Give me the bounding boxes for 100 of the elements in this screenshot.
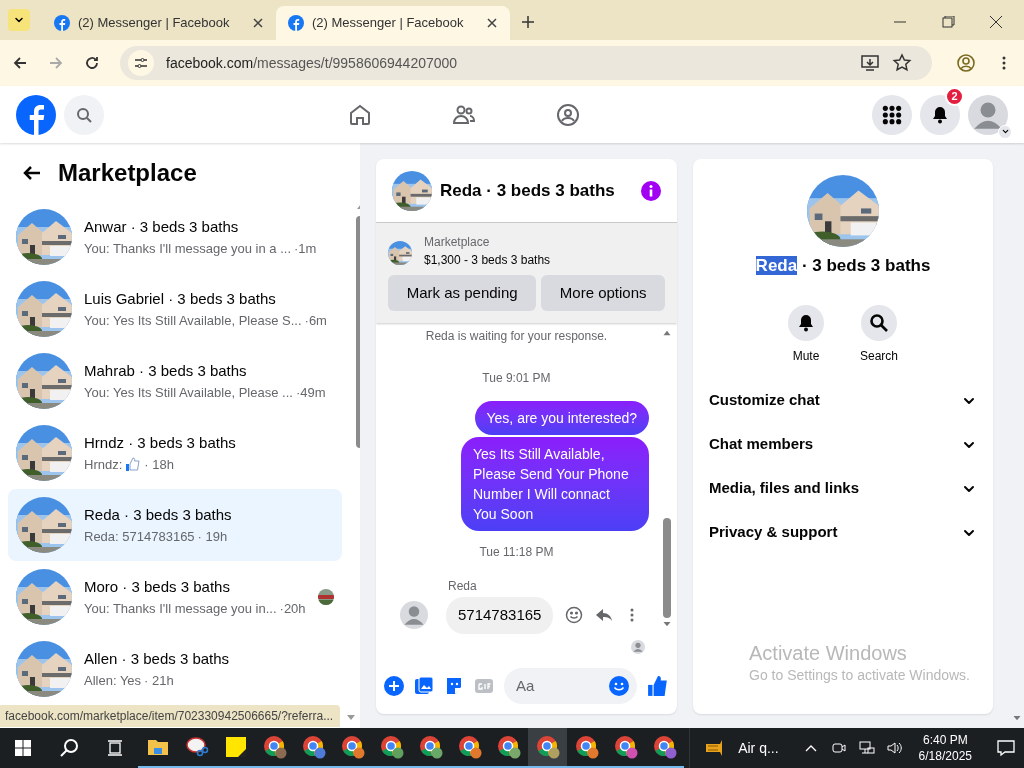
- listing-action-button[interactable]: More options: [541, 275, 665, 311]
- camera-icon[interactable]: [830, 740, 847, 756]
- clock-time: 6:40 PM: [922, 732, 968, 748]
- waiting-notice: Reda is waiting for your response.: [424, 328, 609, 345]
- action-label: Search: [860, 347, 898, 365]
- action-button[interactable]: [788, 304, 824, 341]
- conversation-name: Allen · 3 beds 3 baths: [84, 649, 231, 669]
- conversation-name: Anwar · 3 beds 3 baths: [84, 217, 240, 237]
- message-preview: You: Yes Its Still Available, Please S...: [84, 311, 302, 330]
- action-label: Mute: [792, 347, 820, 365]
- input-placeholder: Aa: [516, 675, 536, 696]
- message-time: · 18h: [144, 455, 174, 474]
- emoji-icon[interactable]: [565, 606, 584, 625]
- conversation-name: Moro · 3 beds 3 baths: [84, 577, 231, 597]
- message-time: ·20h: [279, 599, 306, 618]
- listing-action-button[interactable]: Mark as pending: [388, 275, 537, 311]
- conversation-item[interactable]: Luis Gabriel · 3 beds 3 baths You: Yes Its Still Available, Please S... ·6m: [8, 273, 342, 345]
- add-icon[interactable]: [384, 676, 404, 696]
- tab-list-button[interactable]: [8, 9, 30, 31]
- info-icon[interactable]: [641, 180, 661, 201]
- scroll-thumb[interactable]: [663, 518, 671, 618]
- message-time: · 21h: [144, 671, 174, 690]
- home-icon[interactable]: [348, 102, 372, 127]
- settings-section[interactable]: Customize chat: [709, 378, 977, 423]
- scroll-down-icon[interactable]: [346, 714, 356, 722]
- facebook-icon: [288, 15, 304, 31]
- sidebar-title: Marketplace: [58, 158, 197, 188]
- message-preview: Allen: Yes: [84, 671, 142, 690]
- sticky-note-icon: [225, 737, 246, 757]
- conversation-item[interactable]: Mahrab · 3 beds 3 baths You: Yes Its Still Available, Please ... ·49m: [8, 345, 342, 417]
- scroll-up-icon[interactable]: [662, 329, 672, 336]
- sticker-icon[interactable]: [444, 676, 464, 696]
- address-bar[interactable]: facebook.com/messages/t/9958606944207000: [120, 46, 932, 80]
- search-icon: [59, 738, 79, 758]
- emoji-icon[interactable]: [609, 676, 629, 696]
- site-settings-icon[interactable]: [128, 50, 154, 76]
- settings-section[interactable]: Privacy & support: [709, 510, 977, 555]
- message-time: ·6m: [304, 311, 327, 330]
- conversation-name: Luis Gabriel · 3 beds 3 baths: [84, 289, 277, 309]
- message-preview: Reda: 5714783165: [84, 527, 195, 546]
- clock[interactable]: 6:40 PM 6/18/2025: [914, 732, 976, 764]
- message-input[interactable]: Aa: [504, 668, 637, 704]
- new-tab-icon[interactable]: [522, 16, 534, 28]
- conversation-item[interactable]: Reda · 3 beds 3 baths Reda: 5714783165 · 19h: [8, 489, 342, 561]
- settings-section[interactable]: Chat members: [709, 422, 977, 467]
- network-icon[interactable]: [858, 740, 875, 756]
- conversation-item[interactable]: Moro · 3 beds 3 baths You: Thanks I'll message you in... ·20h: [8, 561, 342, 633]
- close-icon[interactable]: [486, 17, 498, 29]
- grid-icon: [882, 104, 902, 125]
- section-label: Media, files and links: [709, 478, 860, 499]
- menu-button[interactable]: [872, 94, 912, 135]
- volume-icon[interactable]: [886, 740, 903, 756]
- browser-tab[interactable]: (2) Messenger | Facebook: [276, 6, 510, 40]
- back-icon[interactable]: [12, 55, 28, 71]
- section-label: Privacy & support: [709, 522, 838, 543]
- clock-date: 6/18/2025: [918, 748, 972, 764]
- scissors-icon: [184, 735, 209, 759]
- outgoing-message: Yes Its Still Available, Please Send Your Phone Number I Will connact You Soon: [461, 437, 649, 531]
- notifications-icon[interactable]: [996, 738, 1016, 758]
- notification-count: 2: [945, 86, 964, 106]
- bell-icon: [930, 104, 950, 125]
- message-preview: Hrndz:: [84, 455, 123, 474]
- task-view-icon: [107, 740, 123, 756]
- activation-subtitle: Go to Settings to activate Windows.: [749, 666, 970, 685]
- tab-title: (2) Messenger | Facebook: [78, 14, 231, 33]
- notifications-button[interactable]: [920, 94, 960, 135]
- scroll-down-icon[interactable]: [662, 621, 672, 628]
- message-preview: You: Thanks I'll message you in...: [84, 599, 277, 618]
- facebook-logo-icon[interactable]: [16, 94, 56, 135]
- star-icon[interactable]: [892, 53, 912, 73]
- incoming-message: 5714783165: [446, 597, 554, 634]
- weather-text[interactable]: Air q...: [738, 737, 779, 759]
- scroll-down-icon[interactable]: [1012, 715, 1022, 722]
- contact-title: Reda · 3 beds 3 baths: [754, 255, 932, 277]
- taskbar-app[interactable]: [528, 728, 567, 768]
- avatar-icon: [631, 639, 645, 654]
- chat-title: Reda · 3 beds 3 baths: [440, 179, 616, 202]
- thumbs-up-icon[interactable]: [647, 675, 669, 697]
- avatar-icon: [968, 94, 1008, 135]
- browser-tab[interactable]: (2) Messenger | Facebook: [42, 6, 276, 40]
- account-button[interactable]: [968, 94, 1008, 135]
- listing-title: $1,300 - 3 beds 3 baths: [424, 252, 551, 269]
- close-icon[interactable]: [252, 17, 264, 29]
- photo-icon[interactable]: [414, 676, 434, 696]
- profile-icon[interactable]: [956, 53, 976, 73]
- reload-icon[interactable]: [84, 55, 100, 71]
- facebook-icon: [54, 15, 70, 31]
- windows-icon: [15, 740, 31, 756]
- search-icon: [869, 312, 889, 333]
- conversation-item[interactable]: Allen · 3 beds 3 baths Allen: Yes · 21h: [8, 633, 342, 705]
- install-icon[interactable]: [860, 53, 880, 73]
- conversation-item[interactable]: Anwar · 3 beds 3 baths You: Thanks I'll message you in a ... ·1m: [8, 201, 342, 273]
- outgoing-message: Yes, are you interested?: [474, 401, 649, 435]
- conversation-item[interactable]: Hrndz · 3 beds 3 baths Hrndz: · 18h: [8, 417, 342, 489]
- action-button[interactable]: [861, 304, 897, 341]
- groups-icon[interactable]: [556, 102, 580, 127]
- settings-section[interactable]: Media, files and links: [709, 466, 977, 511]
- message-preview: You: Yes Its Still Available, Please ...: [84, 383, 293, 402]
- link-status-bar: facebook.com/marketplace/item/702330942506665/?referra...: [0, 705, 340, 727]
- message-preview: You: Thanks I'll message you in a ...: [84, 239, 291, 258]
